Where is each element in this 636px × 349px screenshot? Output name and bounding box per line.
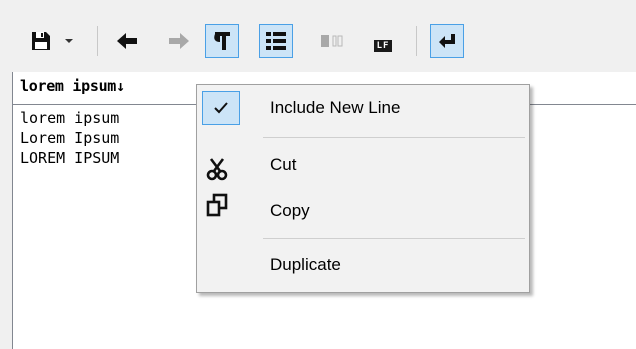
menu-item-cut[interactable]: Cut: [197, 145, 529, 185]
arrow-left-icon: [117, 33, 137, 49]
text-line[interactable]: LOREM IPSUM: [20, 148, 119, 168]
toolbar-separator: [416, 26, 417, 56]
check-indicator: [202, 91, 240, 125]
column-view-icon: [321, 35, 343, 47]
menu-separator: [263, 137, 525, 138]
forward-button[interactable]: [162, 24, 196, 58]
header-text: lorem ipsum↓: [20, 77, 125, 95]
menu-item-label: Duplicate: [270, 255, 341, 274]
list-view-button[interactable]: [259, 24, 293, 58]
save-dropdown-button[interactable]: [58, 24, 80, 58]
menu-item-label: Copy: [270, 201, 310, 220]
menu-item-duplicate[interactable]: Duplicate: [197, 245, 529, 285]
text-line[interactable]: Lorem Ipsum: [20, 128, 119, 148]
word-wrap-button[interactable]: [430, 24, 464, 58]
pilcrow-icon: [214, 32, 230, 50]
lf-icon: LF: [373, 40, 393, 52]
floppy-disk-icon: [32, 32, 50, 50]
menu-item-copy[interactable]: Copy: [197, 191, 529, 231]
scissors-icon: [206, 158, 228, 181]
context-menu: Include New Line Cut Copy Duplicate: [196, 84, 530, 293]
copy-icon: [206, 193, 228, 217]
line-ending-button[interactable]: LF: [366, 24, 400, 58]
menu-item-include-new-line[interactable]: Include New Line: [197, 88, 529, 128]
chevron-down-icon: [65, 39, 73, 43]
menu-separator: [263, 238, 525, 239]
toolbar: LF: [0, 0, 636, 74]
toolbar-separator: [97, 26, 98, 56]
list-icon: [266, 32, 286, 50]
editor-lines[interactable]: lorem ipsum Lorem Ipsum LOREM IPSUM: [20, 108, 119, 168]
arrow-right-icon: [169, 33, 189, 49]
menu-item-label: Cut: [270, 155, 297, 174]
save-button[interactable]: [24, 24, 58, 58]
return-arrow-icon: [439, 34, 455, 48]
menu-item-label: Include New Line: [270, 98, 401, 117]
text-line[interactable]: lorem ipsum: [20, 108, 119, 128]
checkmark-icon: [214, 102, 228, 114]
column-view-button[interactable]: [315, 24, 349, 58]
show-formatting-button[interactable]: [205, 24, 239, 58]
back-button[interactable]: [110, 24, 144, 58]
